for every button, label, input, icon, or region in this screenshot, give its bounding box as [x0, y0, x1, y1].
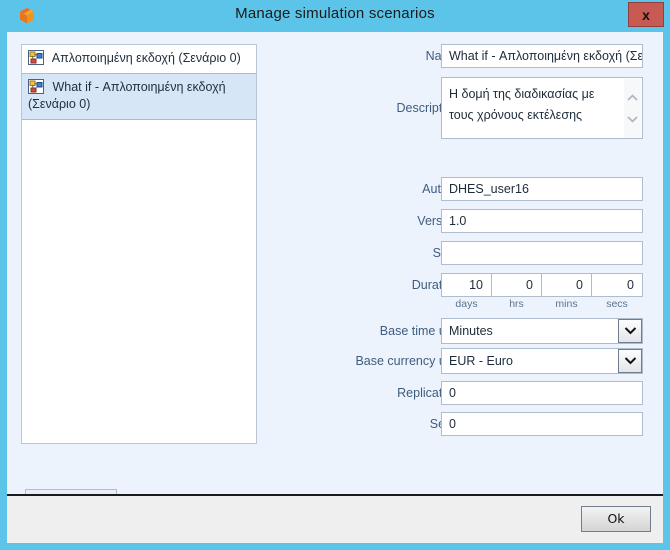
scenario-icon — [28, 50, 44, 65]
scenario-icon — [28, 79, 44, 94]
duration-hrs-input[interactable]: 0 — [491, 273, 542, 297]
dialog-footer: Ok — [7, 494, 663, 543]
dialog-client-area: Απλοποιημένη εκδοχή (Σενάριο 0) What if … — [7, 32, 663, 543]
base-time-unit-select[interactable]: Minutes — [441, 318, 643, 344]
chevron-down-icon[interactable] — [624, 112, 641, 126]
manage-scenarios-dialog: Manage simulation scenarios x Απλοποιημέ… — [0, 0, 670, 550]
start-input[interactable] — [441, 241, 643, 265]
duration-hrs-caption: hrs — [509, 298, 524, 310]
description-scrollbar[interactable] — [624, 79, 641, 138]
duration-days-input[interactable]: 10 — [441, 273, 492, 297]
list-item[interactable]: Απλοποιημένη εκδοχή (Σενάριο 0) — [22, 45, 256, 73]
chevron-down-icon[interactable] — [618, 319, 642, 343]
duration-mins-caption: mins — [555, 298, 578, 310]
field-row-description: Description ? Η δομή της διαδικασίας με … — [265, 77, 655, 139]
field-row-base-currency-unit: Base currency unit ? EUR - Euro — [265, 348, 655, 374]
window-title: Manage simulation scenarios — [235, 5, 435, 22]
field-row-replication: Replication ? 0 — [265, 381, 655, 405]
dialog-content: Απλοποιημένη εκδοχή (Σενάριο 0) What if … — [7, 32, 663, 518]
field-row-start: Start ? — [265, 241, 655, 265]
field-row-author: Author ? DHES_user16 — [265, 177, 655, 201]
title-bar: Manage simulation scenarios x — [0, 0, 670, 32]
description-text: Η δομή της διαδικασίας με τους χρόνους ε… — [449, 87, 595, 122]
list-item[interactable]: What if - Απλοποιημένη εκδοχή (Σενάριο 0… — [22, 73, 256, 120]
seed-input[interactable]: 0 — [441, 412, 643, 436]
base-time-unit-value: Minutes — [449, 324, 493, 338]
field-row-name: Name ? What if - Απλοποιημένη εκδοχή (Σε… — [265, 44, 655, 68]
duration-secs-caption: secs — [606, 298, 628, 310]
duration-days-caption: days — [455, 298, 478, 310]
field-row-base-time-unit: Base time unit ? Minutes — [265, 318, 655, 344]
author-input[interactable]: DHES_user16 — [441, 177, 643, 201]
replication-input[interactable]: 0 — [441, 381, 643, 405]
field-row-seed: Seed ? 0 — [265, 412, 655, 436]
scenario-form: Name ? What if - Απλοποιημένη εκδοχή (Σε… — [265, 44, 655, 444]
chevron-up-icon[interactable] — [624, 91, 641, 105]
list-item-label: Απλοποιημένη εκδοχή (Σενάριο 0) — [51, 51, 241, 65]
duration-secs-input[interactable]: 0 — [591, 273, 643, 297]
base-currency-unit-select[interactable]: EUR - Euro — [441, 348, 643, 374]
description-textarea[interactable]: Η δομή της διαδικασίας με τους χρόνους ε… — [441, 77, 643, 139]
field-row-duration: Duration ? 10 days 0 hrs 0 mins 0 secs — [265, 273, 655, 313]
base-currency-unit-value: EUR - Euro — [449, 354, 513, 368]
version-input[interactable]: 1.0 — [441, 209, 643, 233]
duration-mins-input[interactable]: 0 — [541, 273, 592, 297]
list-item-label: What if - Απλοποιημένη εκδοχή (Σενάριο 0… — [28, 80, 226, 111]
scenario-list[interactable]: Απλοποιημένη εκδοχή (Σενάριο 0) What if … — [21, 44, 257, 444]
ok-button[interactable]: Ok — [581, 506, 651, 532]
field-row-version: Version ? 1.0 — [265, 209, 655, 233]
name-input[interactable]: What if - Απλοποιημένη εκδοχή (Σενάριο 0… — [441, 44, 643, 68]
chevron-down-icon[interactable] — [618, 349, 642, 373]
close-button[interactable]: x — [628, 2, 664, 27]
